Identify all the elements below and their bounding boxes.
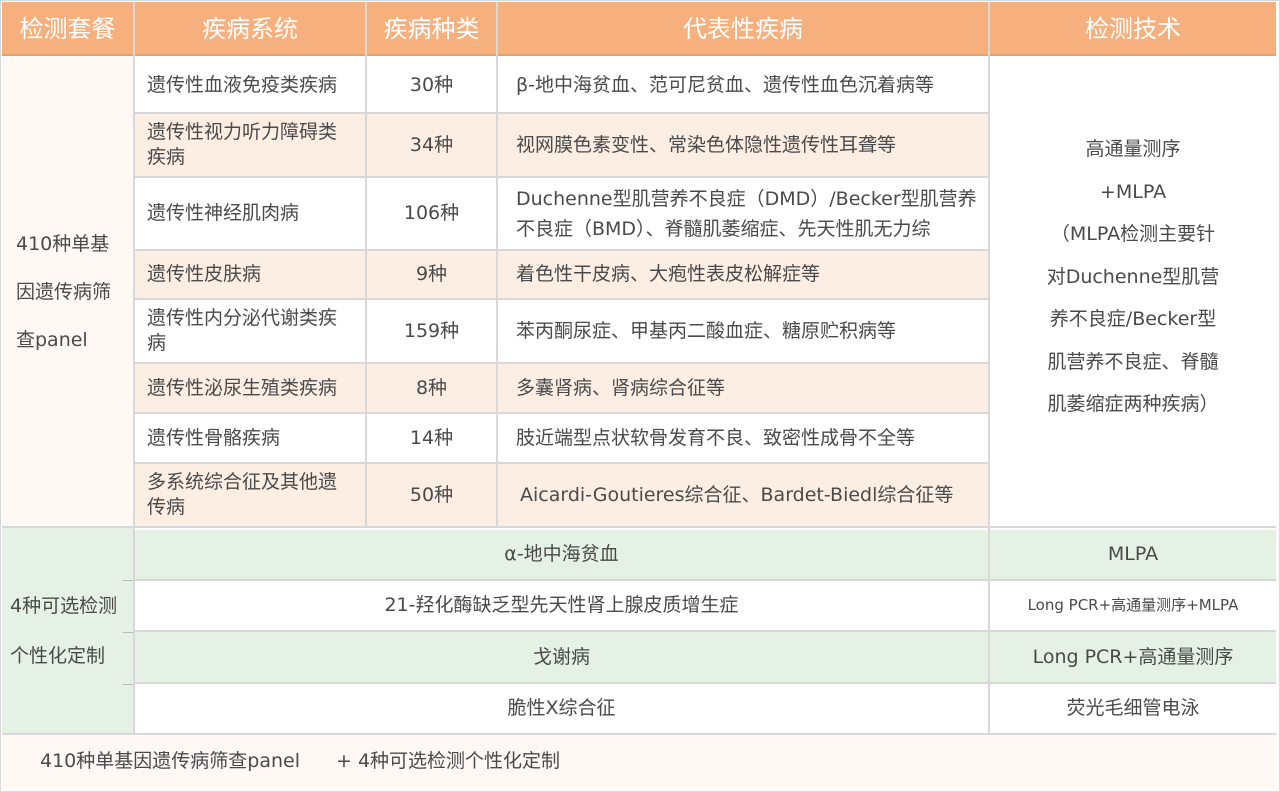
row-count: 30种 [367, 58, 496, 112]
optional-technology: Long PCR+高通量测序+MLPA [990, 581, 1276, 630]
tech-line: 养不良症/Becker型 [1049, 308, 1217, 331]
grid-line [135, 176, 988, 178]
grid-line [988, 2, 990, 733]
grid-line [2, 733, 1276, 735]
row-diseases: Aicardi-Goutieres综合征、Bardet-Biedl综合征等 [498, 464, 988, 526]
grid-line [135, 579, 1276, 581]
header-package: 检测套餐 [2, 2, 133, 56]
grid-line [135, 112, 988, 114]
header-system: 疾病系统 [135, 2, 365, 56]
row-diseases: β-地中海贫血、范可尼贫血、遗传性血色沉着病等 [498, 58, 988, 112]
panel1-label-line: 因遗传病筛 [16, 281, 112, 303]
row-system: 遗传性皮肤病 [135, 251, 365, 298]
grid-line [135, 362, 988, 364]
grid-line [2, 526, 1276, 528]
row-diseases: 苯丙酮尿症、甲基丙二酸血症、糖原贮积病等 [498, 300, 988, 362]
optional-technology: MLPA [990, 530, 1276, 579]
optional-disease: 21-羟化酶缺乏型先天性肾上腺皮质增生症 [135, 581, 988, 630]
row-count: 8种 [367, 364, 496, 412]
grid-line [135, 298, 988, 300]
row-system: 遗传性内分泌代谢类疾病 [135, 300, 365, 362]
row-count: 106种 [367, 178, 496, 249]
grid-line [135, 682, 1276, 684]
row-count: 9种 [367, 251, 496, 298]
label-tick [123, 580, 133, 581]
label-tick [123, 632, 133, 633]
tech-line: +MLPA [1099, 180, 1167, 203]
grid-line [365, 2, 367, 528]
tech-line: （MLPA检测主要针 [1050, 223, 1216, 246]
grid-line [496, 2, 498, 528]
summary-row: 410种单基因遗传病筛查panel + 4种可选检测个性化定制 [2, 735, 1276, 788]
grid-line [135, 249, 988, 251]
row-system: 遗传性血液免疫类疾病 [135, 58, 365, 112]
panel2-label-line: 个性化定制 [10, 644, 106, 667]
row-count: 14种 [367, 414, 496, 462]
optional-disease: 戈谢病 [135, 632, 988, 682]
panel1-label-line: 410种单基 [16, 233, 110, 255]
panel1-label: 410种单基 因遗传病筛 查panel [2, 58, 133, 526]
grid-line [135, 412, 988, 414]
optional-disease: 脆性X综合征 [135, 684, 988, 733]
tech-line: 高通量测序 [1085, 138, 1181, 161]
panel2-label: 4种可选检测 个性化定制 [2, 528, 133, 733]
row-system: 遗传性视力听力障碍类疾病 [135, 114, 365, 176]
grid-line [135, 630, 1276, 632]
row-count: 159种 [367, 300, 496, 362]
panel1-label-line: 查panel [16, 329, 88, 351]
header-technology: 检测技术 [990, 2, 1276, 56]
summary-optional: + 4种可选检测个性化定制 [335, 750, 561, 772]
panel2-label-line: 4种可选检测 [10, 594, 118, 617]
row-system: 多系统综合征及其他遗传病 [135, 464, 365, 526]
summary-panel: 410种单基因遗传病筛查panel [40, 750, 300, 772]
row-system: 遗传性神经肌肉病 [135, 178, 365, 249]
optional-technology: 荧光毛细管电泳 [990, 684, 1276, 733]
row-diseases: 肢近端型点状软骨发育不良、致密性成骨不全等 [498, 414, 988, 462]
grid-line [135, 462, 988, 464]
tech-line: 肌营养不良症、脊髓 [1047, 350, 1219, 373]
panel1-technology: 高通量测序 +MLPA （MLPA检测主要针 对Duchenne型肌营 养不良症… [990, 58, 1276, 526]
row-system: 遗传性骨骼疾病 [135, 414, 365, 462]
row-count: 34种 [367, 114, 496, 176]
header-diseases: 代表性疾病 [498, 2, 988, 56]
row-count: 50种 [367, 464, 496, 526]
optional-disease: α-地中海贫血 [135, 530, 988, 579]
label-tick [123, 684, 133, 685]
row-diseases: Duchenne型肌营养不良症（DMD）/Becker型肌营养不良症（BMD）、… [498, 178, 988, 249]
row-diseases: 多囊肾病、肾病综合征等 [498, 364, 988, 412]
header-count: 疾病种类 [367, 2, 496, 56]
row-diseases: 视网膜色素变性、常染色体隐性遗传性耳聋等 [498, 114, 988, 176]
optional-technology: Long PCR+高通量测序 [990, 632, 1276, 682]
tech-line: 对Duchenne型肌营 [1046, 265, 1220, 288]
row-diseases: 着色性干皮病、大疱性表皮松解症等 [498, 251, 988, 298]
tech-line: 肌萎缩症两种疾病） [1047, 393, 1219, 416]
row-system: 遗传性泌尿生殖类疾病 [135, 364, 365, 412]
